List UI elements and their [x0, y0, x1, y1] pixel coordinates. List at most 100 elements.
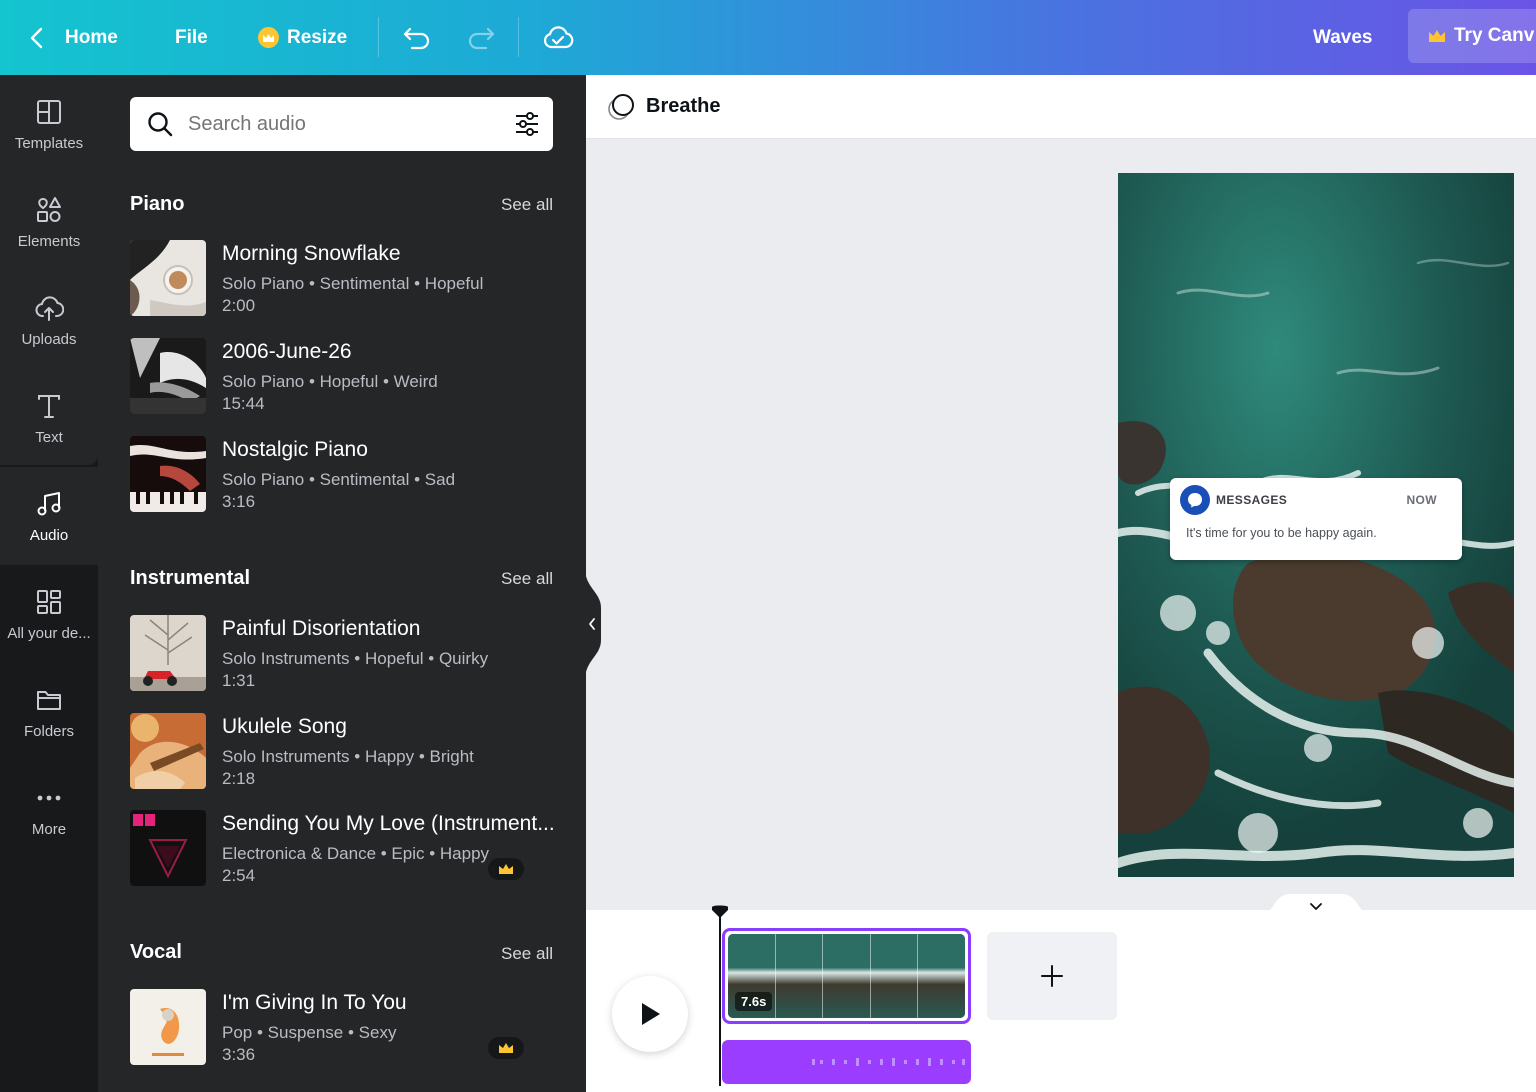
timeline: 7.6s [586, 905, 1536, 1092]
track-item[interactable]: Nostalgic Piano Solo Piano • Sentimental… [130, 436, 560, 514]
redo-icon[interactable] [466, 0, 496, 75]
track-meta: Solo Instruments • Happy • Bright [222, 747, 474, 766]
clip-frame [775, 934, 824, 1018]
templates-icon [37, 99, 61, 124]
track-thumbnail [130, 989, 206, 1065]
rail-label: All your de... [7, 624, 91, 642]
track-thumbnail [130, 436, 206, 512]
playhead-line[interactable] [719, 910, 721, 1086]
notification-time: NOW [1406, 493, 1437, 507]
clip-frame [918, 934, 965, 1018]
track-meta: Solo Piano • Sentimental • Hopeful [222, 274, 484, 293]
design-canvas[interactable]: MESSAGES NOW It's time for you to be hap… [1118, 173, 1514, 877]
track-item[interactable]: Sending You My Love (Instrument... Elect… [130, 810, 560, 888]
rail-item-text[interactable]: Text [0, 369, 98, 467]
track-meta: Electronica & Dance • Epic • Happy [222, 844, 490, 863]
notification-text: It's time for you to be happy again. [1186, 526, 1377, 540]
document-header: Breathe [586, 75, 1536, 139]
grid-icon [37, 589, 61, 614]
top-bar: Home File Resize Waves Try Canv [0, 0, 1536, 75]
plus-icon [1041, 965, 1063, 987]
rail-item-all-your-designs[interactable]: All your de... [0, 565, 98, 663]
crown-icon [499, 1043, 513, 1053]
message-notification[interactable]: MESSAGES NOW It's time for you to be hap… [1170, 478, 1462, 560]
waveform [812, 1058, 965, 1066]
track-title: Ukulele Song [222, 715, 347, 738]
collapse-panel-handle[interactable] [585, 568, 603, 680]
cloud-saved-icon[interactable] [542, 0, 574, 75]
rail-label: Uploads [21, 330, 77, 348]
see-all-instrumental-link[interactable]: See all [501, 569, 553, 589]
notification-app-name: MESSAGES [1216, 493, 1288, 507]
track-thumbnail [130, 240, 206, 316]
track-item[interactable]: Painful Disorientation Solo Instruments … [130, 615, 560, 693]
search-input[interactable] [188, 112, 508, 136]
home-button[interactable]: Home [65, 0, 118, 75]
rail-label: Elements [17, 232, 81, 250]
more-dots-icon [37, 795, 61, 800]
track-title: 2006-June-26 [222, 340, 352, 363]
file-menu-button[interactable]: File [175, 0, 208, 75]
rail-item-audio[interactable]: Audio [0, 467, 98, 565]
track-title: Morning Snowflake [222, 242, 401, 265]
rail-item-templates[interactable]: Templates [0, 75, 98, 173]
track-duration: 2:00 [222, 296, 256, 315]
track-item[interactable]: 2006-June-26 Solo Piano • Hopeful • Weir… [130, 338, 560, 416]
rail-item-uploads[interactable]: Uploads [0, 271, 98, 369]
elements-icon [37, 196, 61, 222]
toolbar-divider [518, 17, 519, 57]
resize-label: Resize [287, 26, 348, 48]
see-all-vocal-link[interactable]: See all [501, 944, 553, 964]
track-title: I'm Giving In To You [222, 991, 407, 1014]
track-duration: 2:54 [222, 866, 256, 885]
track-item[interactable]: Morning Snowflake Solo Piano • Sentiment… [130, 240, 560, 318]
section-title-piano: Piano [130, 193, 185, 215]
try-label: Try Canv [1454, 25, 1535, 46]
add-page-button[interactable] [987, 932, 1117, 1020]
rail-label: Templates [14, 134, 84, 152]
see-all-piano-link[interactable]: See all [501, 195, 553, 215]
play-icon [642, 1003, 660, 1025]
rail-item-elements[interactable]: Elements [0, 173, 98, 271]
track-duration: 2:18 [222, 769, 256, 788]
playhead-handle[interactable] [711, 905, 729, 919]
animation-icon[interactable] [606, 92, 636, 122]
track-title: Sending You My Love (Instrument... [222, 812, 555, 835]
filter-sliders-icon[interactable] [513, 110, 541, 138]
track-thumbnail [130, 338, 206, 414]
video-clip[interactable]: 7.6s [722, 928, 971, 1024]
search-box[interactable] [130, 97, 553, 151]
back-chevron-icon[interactable] [28, 0, 46, 75]
clip-frame [823, 934, 871, 1018]
track-duration: 3:16 [222, 492, 256, 511]
undo-icon[interactable] [402, 0, 432, 75]
play-button[interactable] [612, 976, 688, 1052]
rail-label: Folders [23, 722, 75, 740]
track-item[interactable]: I'm Giving In To You Pop • Suspense • Se… [130, 989, 560, 1067]
pro-crown-badge [488, 858, 524, 880]
folder-icon [37, 690, 61, 710]
clip-frame [870, 934, 919, 1018]
rail-label: More [31, 820, 67, 838]
track-duration: 3:36 [222, 1045, 256, 1064]
crown-icon [499, 864, 513, 874]
audio-track[interactable] [722, 1040, 971, 1084]
rail-label: Text [35, 428, 63, 446]
document-title[interactable]: Breathe [646, 95, 720, 118]
left-rail: Templates Elements Uploads Text Audio Al… [0, 75, 98, 1092]
track-duration: 1:31 [222, 671, 256, 690]
section-title-instrumental: Instrumental [130, 567, 251, 589]
search-icon [148, 112, 173, 137]
track-item[interactable]: Ukulele Song Solo Instruments • Happy • … [130, 713, 560, 791]
toolbar-divider [378, 17, 379, 57]
rail-item-more[interactable]: More [0, 761, 98, 859]
text-icon [38, 394, 60, 418]
try-canva-pro-button[interactable]: Try Canv [1408, 9, 1536, 63]
clip-duration-badge: 7.6s [735, 992, 773, 1011]
rail-item-folders[interactable]: Folders [0, 663, 98, 761]
rail-label: Audio [29, 526, 69, 544]
resize-button[interactable]: Resize [258, 0, 347, 75]
track-thumbnail [130, 810, 206, 886]
upload-cloud-icon [35, 295, 64, 321]
project-name[interactable]: Waves [1313, 0, 1373, 75]
